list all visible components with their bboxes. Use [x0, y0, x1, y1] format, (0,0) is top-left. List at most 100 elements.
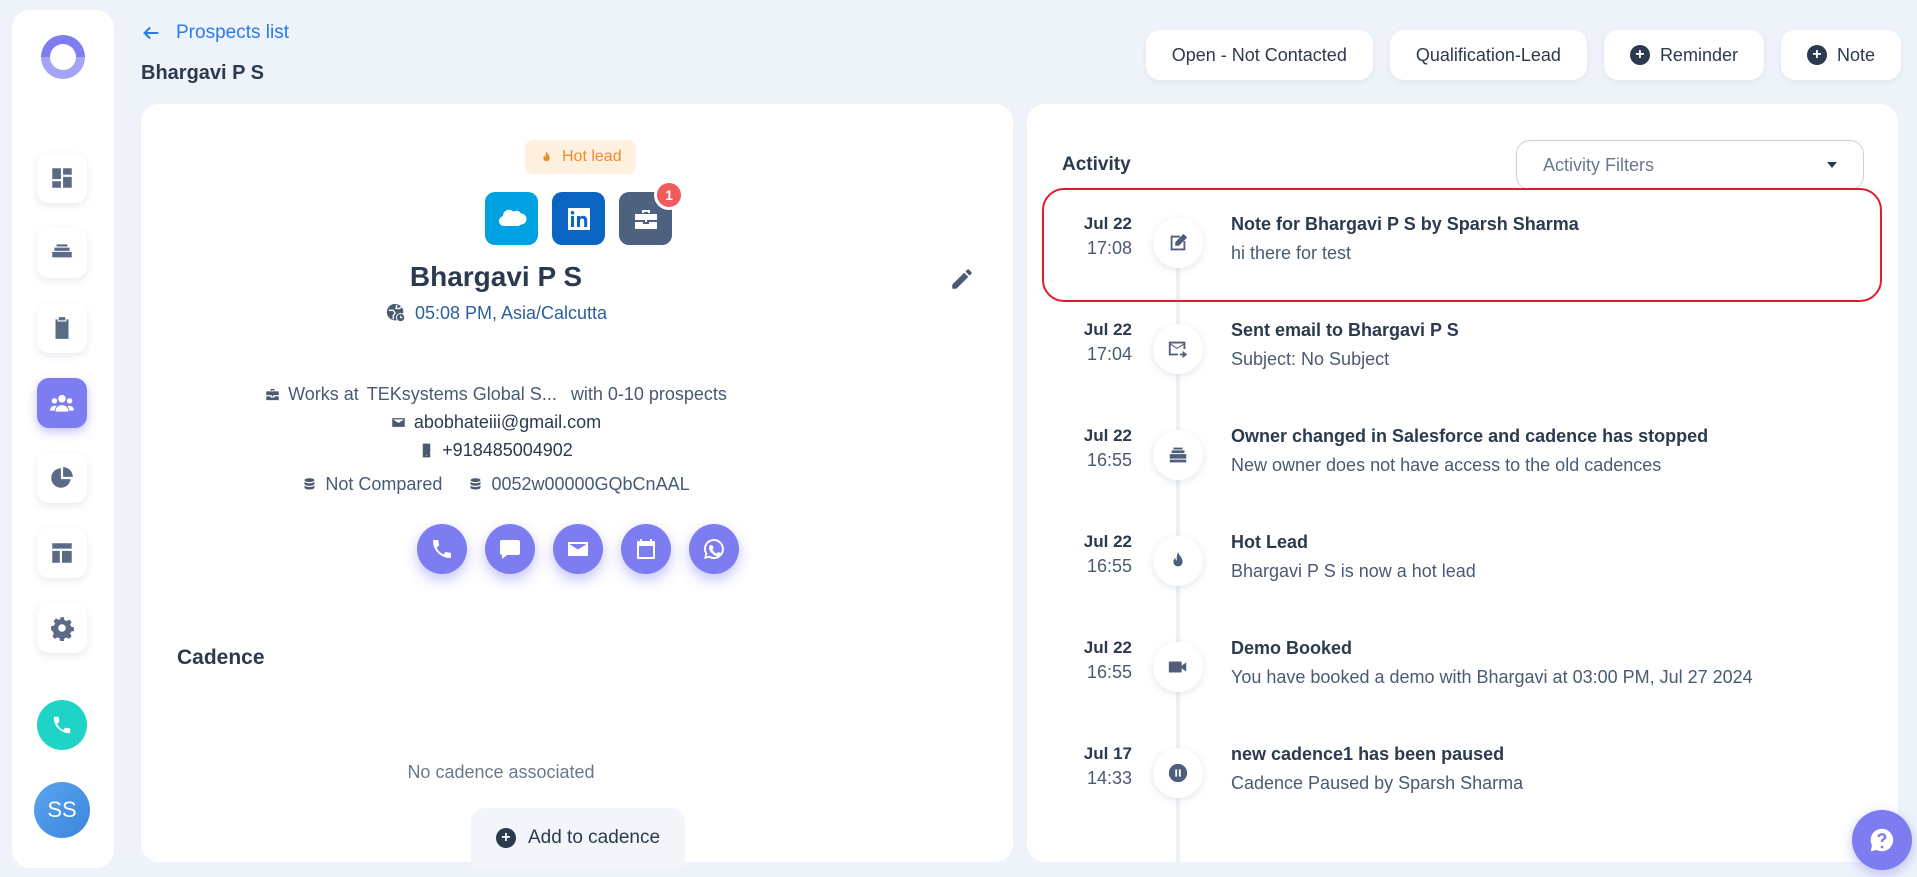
user-avatar[interactable]: SS — [34, 782, 90, 838]
page-title: Bhargavi P S — [141, 62, 265, 84]
works-at-prefix: Works at — [288, 384, 359, 404]
reminder-label: Reminder — [1659, 44, 1738, 65]
activity-timestamp: Jul 22 17:04 — [1027, 318, 1132, 366]
stage-button[interactable]: Qualification-Lead — [1389, 30, 1587, 80]
activity-item[interactable]: Jul 17 14:33 new cadence1 has been pause… — [1027, 718, 1898, 824]
status-button[interactable]: Open - Not Contacted — [1145, 30, 1373, 80]
whatsapp-button[interactable] — [689, 524, 739, 574]
nav-people[interactable] — [37, 378, 87, 428]
phone-info: +918485004902 — [141, 440, 851, 461]
activity-heading: Sent email to Bhargavi P S — [1231, 320, 1459, 340]
briefcase-icon — [266, 388, 279, 401]
nav-templates[interactable] — [37, 528, 87, 578]
activity-time: 16:55 — [1086, 662, 1132, 682]
video-icon — [1153, 642, 1203, 692]
activity-detail: hi there for test — [1231, 243, 1352, 263]
activity-date: Jul 22 — [1083, 532, 1132, 551]
help-chat-icon — [1870, 828, 1894, 852]
no-cadence-text: No cadence associated — [407, 762, 595, 782]
nav-dashboard[interactable] — [37, 153, 87, 203]
header-actions: Open - Not Contacted Qualification-Lead … — [1145, 30, 1901, 80]
database-icon — [470, 478, 481, 490]
mail-icon — [568, 542, 588, 556]
activity-content: Note for Bhargavi P S by Sparsh Sharma h… — [1231, 214, 1878, 264]
nav-reports[interactable] — [37, 453, 87, 503]
prospect-phone[interactable]: +918485004902 — [442, 440, 573, 461]
calendar-icon — [637, 539, 655, 559]
activity-filters-select[interactable]: Activity Filters — [1516, 140, 1864, 190]
activity-item[interactable]: Jul 22 16:55 Demo Booked You have booked… — [1027, 612, 1898, 718]
activity-card: Activity Activity Filters Jul 22 17:08 N… — [1027, 104, 1898, 862]
activity-title: Activity — [1062, 154, 1131, 175]
phone-icon — [53, 716, 71, 734]
contact-actions — [417, 524, 739, 574]
company-prospect-count: with 0-10 prospects — [570, 384, 727, 404]
add-to-cadence-button[interactable]: + Add to cadence — [471, 808, 685, 868]
hot-lead-label: Hot lead — [562, 148, 622, 165]
activity-item[interactable]: Jul 22 16:55 Hot Lead Bhargavi P S is no… — [1027, 506, 1898, 612]
flame-icon — [543, 150, 550, 161]
avatar-initials: SS — [47, 797, 77, 822]
add-note-button[interactable]: + Note — [1780, 30, 1901, 80]
calendar-button[interactable] — [621, 524, 671, 574]
flame-icon — [1153, 536, 1203, 586]
clipboard-icon — [55, 317, 69, 339]
linkedin-icon — [567, 207, 590, 230]
whatsapp-icon — [704, 539, 724, 559]
activity-timestamp: Jul 22 16:55 — [1027, 636, 1132, 684]
activity-content: Owner changed in Salesforce and cadence … — [1231, 426, 1878, 476]
prospect-timezone: 05:08 PM, Asia/Calcutta — [141, 302, 851, 324]
pie-chart-icon — [51, 467, 73, 488]
activity-detail: New owner does not have access to the ol… — [1231, 455, 1662, 475]
sidebar: SS — [12, 10, 114, 868]
timezone-text: 05:08 PM, Asia/Calcutta — [414, 302, 608, 323]
email-button[interactable] — [553, 524, 603, 574]
arrow-left-icon — [143, 26, 159, 40]
hot-lead-badge: Hot lead — [525, 140, 636, 174]
back-link-label: Prospects list — [176, 22, 289, 43]
compare-status: Not Compared — [325, 474, 443, 494]
chat-icon — [500, 540, 520, 559]
call-button[interactable] — [417, 524, 467, 574]
activity-time: 16:55 — [1086, 450, 1132, 470]
activity-item[interactable]: Jul 22 17:08 Note for Bhargavi P S by Sp… — [1027, 188, 1898, 294]
plus-circle-icon: + — [1629, 45, 1650, 65]
prospect-email[interactable]: abobhateiii@gmail.com — [414, 412, 601, 433]
stack-icon — [1153, 430, 1203, 480]
caret-down-icon — [1827, 162, 1837, 168]
add-reminder-button[interactable]: + Reminder — [1603, 30, 1764, 80]
dialer-button[interactable] — [37, 700, 87, 750]
prospect-name: Bhargavi P S — [409, 261, 583, 292]
linkedin-link[interactable] — [552, 192, 605, 245]
edit-prospect-button[interactable] — [949, 266, 979, 296]
database-icon — [304, 478, 315, 490]
mail-icon — [392, 418, 405, 427]
message-button[interactable] — [485, 524, 535, 574]
back-to-prospects-link[interactable]: Prospects list — [140, 22, 289, 44]
activity-timestamp: Jul 17 14:33 — [1027, 742, 1132, 790]
activity-item[interactable]: Jul 22 16:55 Owner changed in Salesforce… — [1027, 400, 1898, 506]
company-name[interactable]: TEKsystems Global S... — [367, 384, 557, 405]
nav-cadences[interactable] — [37, 303, 87, 353]
activity-date: Jul 17 — [1083, 744, 1132, 763]
nav-settings[interactable] — [37, 603, 87, 653]
prospect-card: Hot lead 1 Bhargavi P S 05:08 PM, Asia/C… — [141, 104, 1013, 868]
crm-record-id[interactable]: 0052w00000GQbCnAAL — [491, 474, 689, 495]
activity-detail: Bhargavi P S is now a hot lead — [1231, 561, 1476, 581]
app-logo[interactable] — [38, 32, 88, 82]
activity-timestamp: Jul 22 17:08 — [1027, 212, 1132, 260]
help-chat-button[interactable] — [1852, 810, 1912, 870]
activity-item[interactable]: Jul 22 17:04 Sent email to Bhargavi P S … — [1027, 294, 1898, 400]
activity-detail: Subject: No Subject — [1231, 349, 1390, 369]
company-link[interactable]: 1 — [619, 180, 684, 245]
activity-time: 16:55 — [1086, 556, 1132, 576]
activity-heading: Hot Lead — [1231, 532, 1309, 552]
status-label: Open - Not Contacted — [1171, 44, 1347, 65]
integration-icons: 1 — [485, 180, 684, 245]
nav-tasks[interactable] — [37, 228, 87, 278]
activity-time: 14:33 — [1086, 768, 1132, 788]
activity-time: 17:04 — [1086, 344, 1132, 364]
activity-heading: Demo Booked — [1231, 638, 1353, 658]
activity-content: new cadence1 has been paused Cadence Pau… — [1231, 744, 1878, 794]
salesforce-link[interactable] — [485, 192, 538, 245]
